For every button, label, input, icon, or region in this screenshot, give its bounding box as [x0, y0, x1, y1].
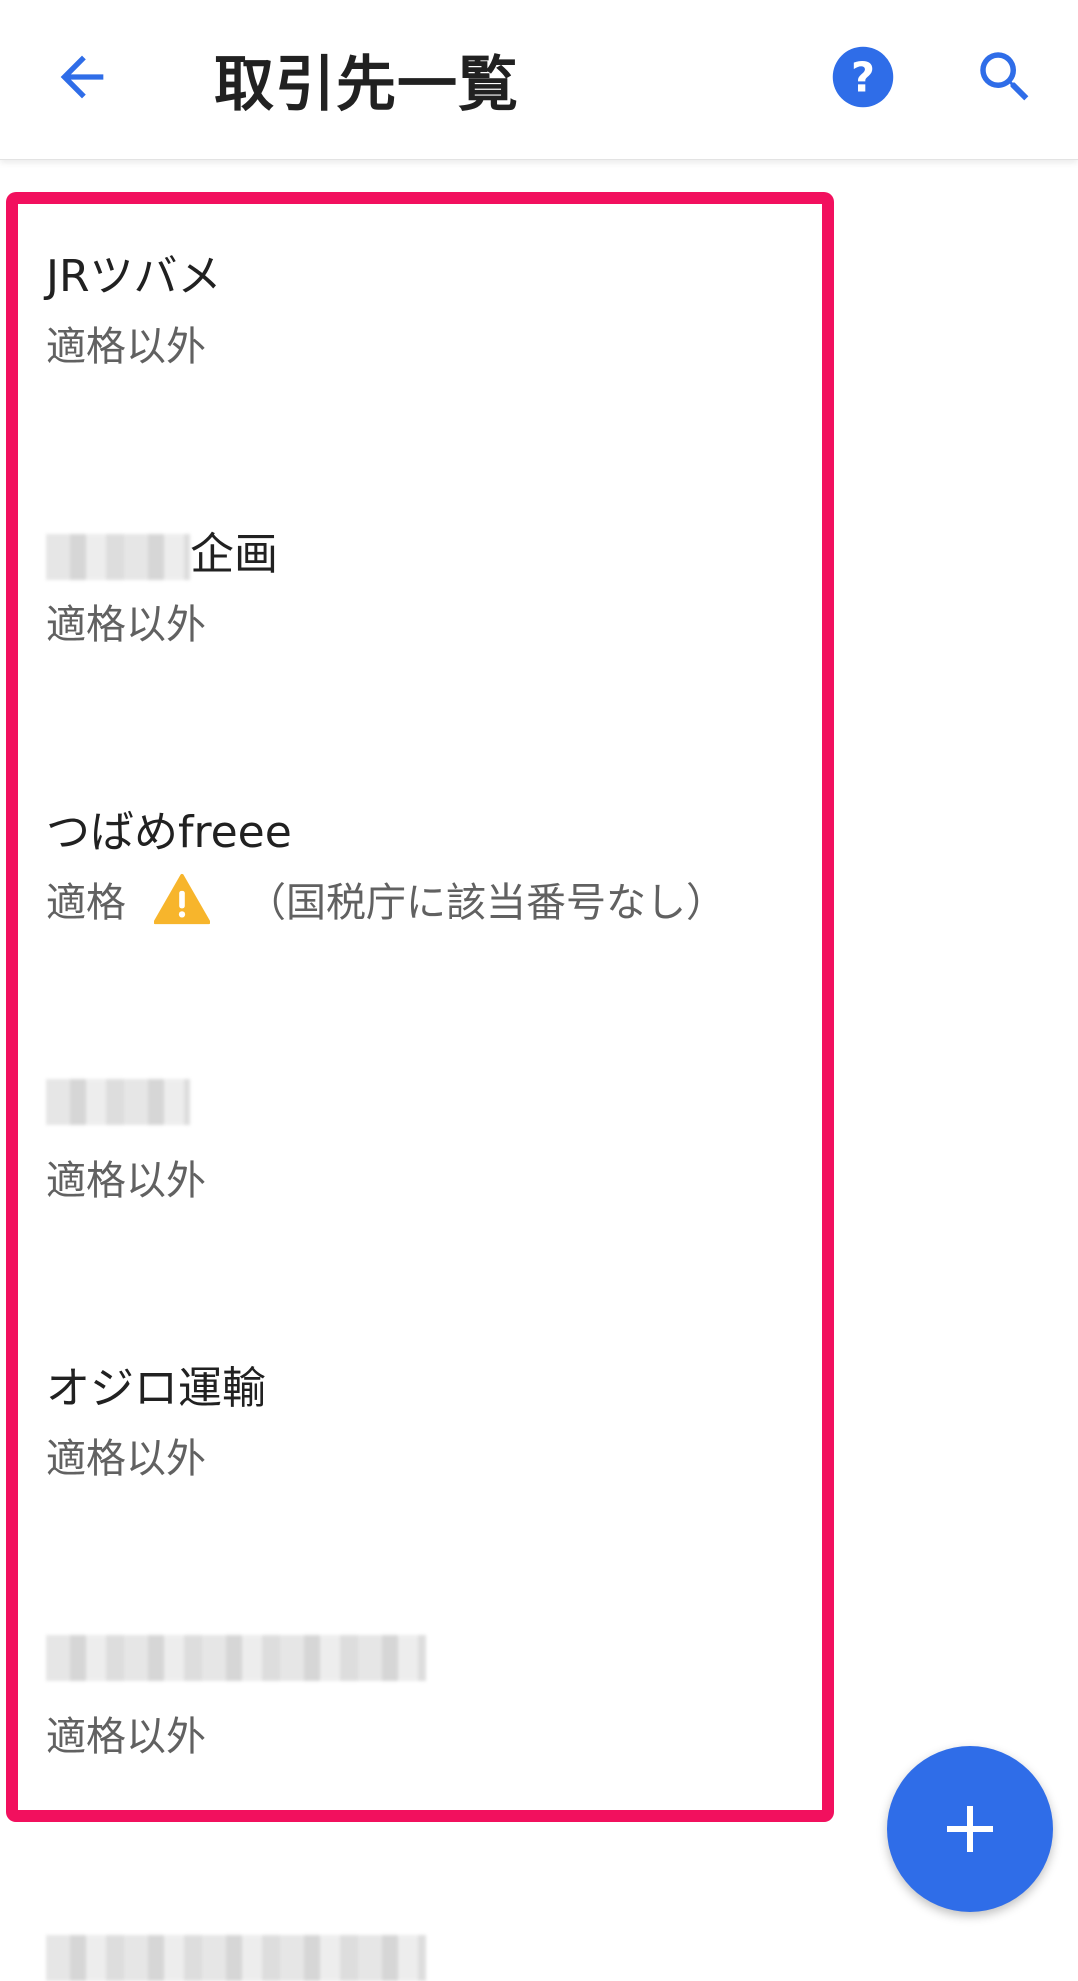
add-partner-button[interactable]	[887, 1746, 1053, 1912]
page-title: 取引先一覧	[214, 50, 519, 120]
list-item[interactable]	[46, 1908, 806, 1981]
highlight-frame	[6, 192, 834, 1822]
svg-text:?: ?	[851, 53, 875, 101]
redacted-text	[46, 1935, 426, 1981]
partner-name	[46, 1930, 426, 1981]
plus-icon	[947, 1806, 993, 1852]
help-icon[interactable]: ?	[830, 44, 896, 110]
search-icon[interactable]	[972, 44, 1038, 110]
app-bar: 取引先一覧 ?	[0, 0, 1078, 160]
arrow-back-icon[interactable]	[50, 45, 114, 109]
